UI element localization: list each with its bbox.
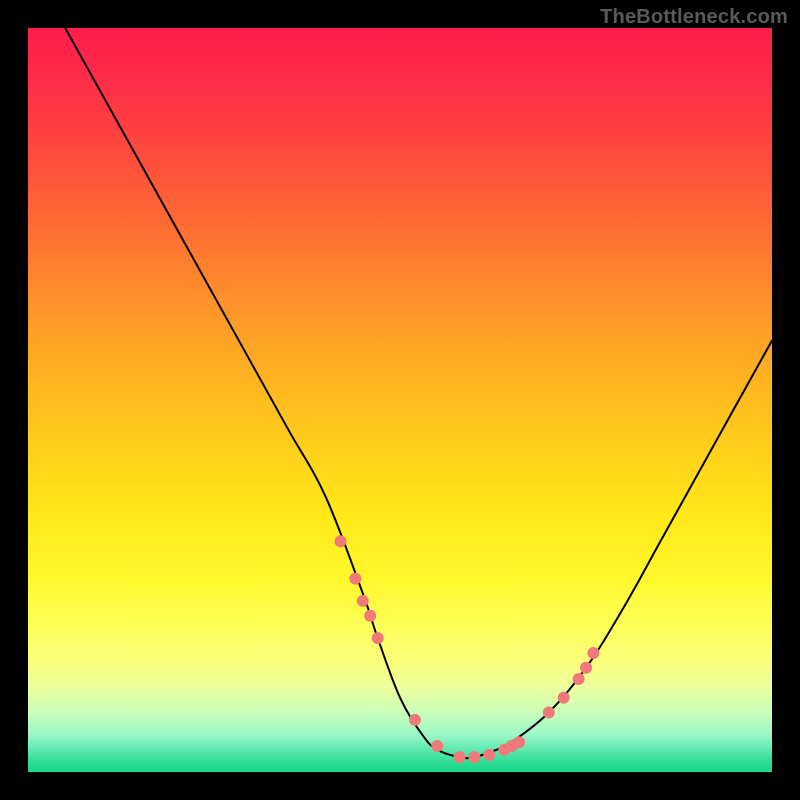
highlight-dot bbox=[335, 535, 347, 547]
highlight-dot bbox=[580, 662, 592, 674]
highlight-dot bbox=[543, 707, 555, 719]
highlight-dot bbox=[558, 692, 570, 704]
highlight-dot bbox=[513, 736, 525, 748]
highlight-dots bbox=[335, 535, 600, 763]
highlight-dot bbox=[468, 751, 480, 763]
highlight-dot bbox=[364, 610, 376, 622]
chart-stage: TheBottleneck.com bbox=[0, 0, 800, 800]
bottleneck-curve bbox=[65, 28, 772, 758]
highlight-dot bbox=[454, 751, 466, 763]
highlight-dot bbox=[372, 632, 384, 644]
curve-layer bbox=[28, 28, 772, 772]
highlight-dot bbox=[431, 740, 443, 752]
highlight-dot bbox=[357, 595, 369, 607]
highlight-dot bbox=[349, 573, 361, 585]
plot-area bbox=[28, 28, 772, 772]
highlight-dot bbox=[573, 673, 585, 685]
highlight-dot bbox=[409, 714, 421, 726]
watermark-text: TheBottleneck.com bbox=[600, 6, 788, 29]
highlight-dot bbox=[483, 749, 495, 761]
highlight-dot bbox=[587, 647, 599, 659]
